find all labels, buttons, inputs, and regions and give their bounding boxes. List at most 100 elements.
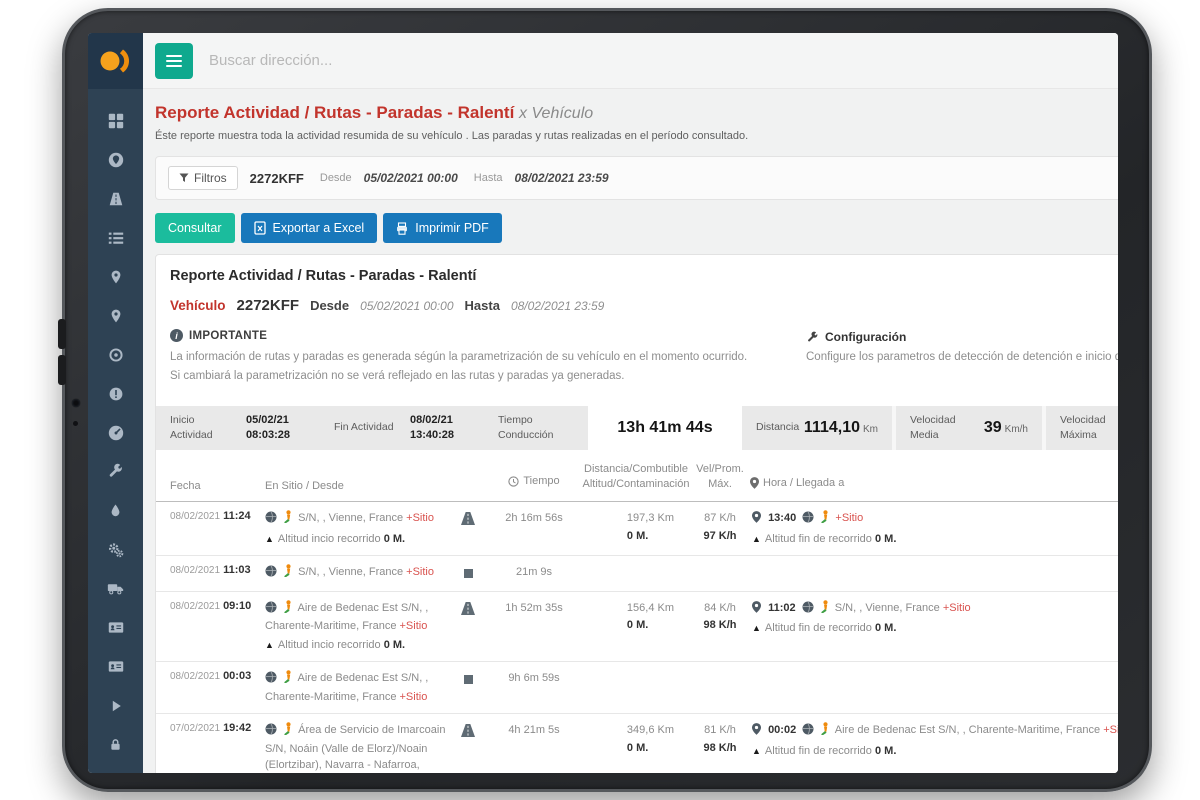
map-pin-icon[interactable] <box>88 257 143 296</box>
print-icon <box>396 222 408 235</box>
row-duration: 9h 6m 59s <box>486 670 582 684</box>
report-vehicle-line: Vehículo 2272KFF Desde 05/02/2021 00:00 … <box>156 284 1118 314</box>
col-velocidad: Vel/Prom. Máx. <box>690 462 750 493</box>
print-pdf-button[interactable]: Imprimir PDF <box>383 213 502 243</box>
sitio-link[interactable]: +Sitio <box>406 566 434 578</box>
filter-hasta-value: 08/02/2021 23:59 <box>515 171 609 185</box>
sitio-link[interactable]: +Sitio <box>835 512 863 524</box>
summary-distance: Distancia 1114,10Km <box>742 406 892 450</box>
pegman-icon <box>282 510 293 529</box>
globe-icon <box>265 601 277 619</box>
globe-icon <box>802 511 814 529</box>
row-site: Aire de Bedenac Est S/N, , Charente-Mari… <box>265 600 450 653</box>
sidebar-nav <box>88 89 143 773</box>
vehicle-plate: 2272KFF <box>237 297 300 314</box>
row-speeds: 84 K/h 98 K/h <box>690 600 750 635</box>
desde-label: Desde <box>310 298 349 313</box>
sitio-link[interactable]: +Sitio <box>406 512 434 524</box>
globe-icon <box>802 601 814 619</box>
globe-icon <box>265 565 277 583</box>
fuel-drop-icon[interactable] <box>88 491 143 530</box>
pegman-icon <box>819 510 830 529</box>
row-site: Aire de Bedenac Est S/N, , Charente-Mari… <box>265 670 450 705</box>
screenshot-stage: Reporte Actividad / Rutas - Paradas - Ra… <box>0 0 1200 800</box>
summary-driving-time: 13h 41m 44s <box>588 406 742 450</box>
summary-activity: Inicio Actividad 05/02/21 08:03:28 Fin A… <box>156 406 588 450</box>
globe-icon <box>802 723 814 741</box>
row-distance: 156,4 Km 0 M. <box>582 600 690 635</box>
target-icon[interactable] <box>88 335 143 374</box>
app-logo[interactable] <box>88 33 143 89</box>
cogs-icon[interactable] <box>88 530 143 569</box>
sitio-link[interactable]: +Sitio <box>943 602 971 614</box>
config-block: Configuración Configure los parametros d… <box>806 329 1118 386</box>
pin-icon <box>752 723 761 741</box>
app-screen: Reporte Actividad / Rutas - Paradas - Ra… <box>88 33 1118 773</box>
distancia-label: Distancia <box>756 420 799 434</box>
sitio-link[interactable]: +Sitio <box>400 691 428 703</box>
col-fecha: Fecha <box>170 480 265 492</box>
main-area: Reporte Actividad / Rutas - Paradas - Ra… <box>143 33 1118 773</box>
gauge-icon[interactable] <box>88 413 143 452</box>
page-title-suffix: x Vehículo <box>519 105 593 122</box>
id-card-icon[interactable] <box>88 608 143 647</box>
inicio-label: Inicio Actividad <box>170 413 230 441</box>
importante-text-2: Si cambiará la parametrización no se ver… <box>170 368 806 385</box>
altitude-end: ▲Altitud fin de recorrido 0 M. <box>752 744 1118 759</box>
logo-icon <box>98 47 134 75</box>
row-duration: 21m 9s <box>486 564 582 578</box>
sitio-link[interactable]: +Sitio <box>1103 724 1118 736</box>
row-distance <box>582 564 690 582</box>
altitude-icon: ▲ <box>752 746 761 756</box>
importante-text-1: La información de rutas y paradas es gen… <box>170 349 806 366</box>
consultar-button[interactable]: Consultar <box>155 213 235 243</box>
road-icon[interactable] <box>88 179 143 218</box>
globe-icon <box>265 723 277 741</box>
col-distancia: Distancia/Combutible Altitud/Contaminaci… <box>582 462 690 493</box>
list-icon[interactable] <box>88 218 143 257</box>
alert-icon[interactable] <box>88 374 143 413</box>
filter-hasta-label: Hasta <box>474 172 503 184</box>
page-title: Reporte Actividad / Rutas - Paradas - Ra… <box>155 103 1118 123</box>
hasta-value: 08/02/2021 23:59 <box>511 299 604 313</box>
row-status <box>450 670 486 684</box>
actions-bar: Consultar Exportar a Excel Imprimir PDF <box>155 213 1118 243</box>
export-excel-button[interactable]: Exportar a Excel <box>241 213 378 243</box>
lock-icon[interactable] <box>88 725 143 764</box>
page-subtitle: Éste reporte muestra toda la actividad r… <box>155 130 1118 142</box>
row-distance: 197,3 Km 0 M. <box>582 510 690 545</box>
filters-bar: Filtros 2272KFF Desde 05/02/2021 00:00 H… <box>155 156 1118 200</box>
wrench-icon[interactable] <box>88 452 143 491</box>
row-site: S/N, , Vienne, France +Sitio ▲Altitud in… <box>265 510 450 547</box>
vel-max-label: Velocidad Máxima <box>1060 413 1118 441</box>
id-card-alt-icon[interactable] <box>88 647 143 686</box>
row-duration: 2h 16m 56s <box>486 510 582 524</box>
play-icon[interactable] <box>88 686 143 725</box>
config-link[interactable]: Configuración <box>825 330 906 344</box>
hamburger-icon <box>166 52 182 70</box>
globe-marker-icon[interactable] <box>88 140 143 179</box>
info-icon: i <box>170 329 183 342</box>
truck-icon[interactable] <box>88 569 143 608</box>
menu-button[interactable] <box>155 43 193 79</box>
altitude-end: ▲Altitud fin de recorrido 0 M. <box>752 621 1118 636</box>
pin-icon <box>752 511 761 529</box>
map-pin-alt-icon[interactable] <box>88 296 143 335</box>
topbar <box>143 33 1118 89</box>
pin-icon <box>750 477 759 489</box>
filters-button[interactable]: Filtros <box>168 166 238 190</box>
row-distance <box>582 670 690 688</box>
page-header: Reporte Actividad / Rutas - Paradas - Ra… <box>143 89 1118 146</box>
row-speeds <box>690 564 750 582</box>
tablet-frame: Reporte Actividad / Rutas - Paradas - Ra… <box>62 8 1152 792</box>
row-site: Área de Servicio de Imarcoain S/N, Noáin… <box>265 722 450 773</box>
pegman-icon <box>282 564 293 583</box>
row-fecha: 08/02/202111:24 <box>170 510 265 522</box>
pegman-icon <box>282 722 293 741</box>
sitio-link[interactable]: +Sitio <box>400 620 428 632</box>
row-fecha: 08/02/202109:10 <box>170 600 265 612</box>
tablet-volume-button <box>58 355 66 385</box>
search-input[interactable] <box>209 52 529 69</box>
dashboard-icon[interactable] <box>88 101 143 140</box>
tablet-camera <box>72 399 80 407</box>
